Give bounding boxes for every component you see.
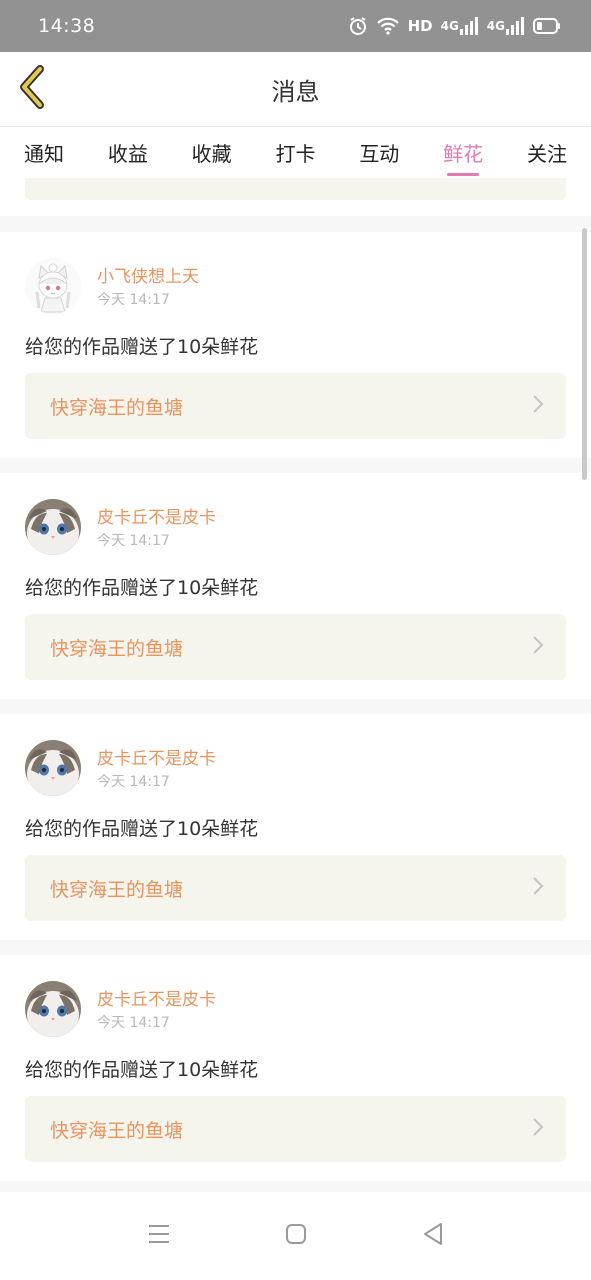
system-nav-bar — [0, 1192, 591, 1280]
message-time: 今天 14:17 — [97, 774, 170, 790]
user-name[interactable]: 皮卡丘不是皮卡 — [97, 503, 216, 528]
hd-icon: HD — [407, 17, 433, 35]
work-link[interactable]: 快穿海王的鱼塘 — [25, 614, 566, 680]
message-time: 今天 14:17 — [97, 292, 170, 308]
work-link[interactable]: 快穿海王的鱼塘 — [25, 373, 566, 439]
chevron-right-icon — [532, 876, 544, 900]
battery-icon — [533, 18, 561, 34]
back-button[interactable] — [12, 65, 52, 113]
cat-avatar[interactable] — [25, 981, 81, 1037]
alarm-icon — [348, 16, 368, 36]
tab-label: 互动 — [359, 142, 400, 166]
wifi-icon — [376, 16, 400, 36]
cat-avatar[interactable] — [25, 499, 81, 555]
menu-icon — [147, 1223, 171, 1249]
message-text: 给您的作品赠送了10朵鲜花 — [25, 1059, 259, 1081]
tab-label: 通知 — [24, 142, 64, 166]
tab-following[interactable]: 关注 — [527, 138, 567, 167]
message-text: 给您的作品赠送了10朵鲜花 — [25, 818, 259, 840]
signal-icon: 4G — [487, 17, 525, 35]
message-card: 皮卡丘不是皮卡 今天 14:17 给您的作品赠送了10朵鲜花 快穿海王的鱼塘 — [0, 473, 591, 699]
chevron-right-icon — [532, 1117, 544, 1141]
home-square-icon — [285, 1223, 307, 1249]
status-time: 14:38 — [38, 15, 96, 37]
message-time: 今天 14:17 — [97, 533, 170, 549]
message-list[interactable]: 小飞侠想上天 今天 14:17 给您的作品赠送了10朵鲜花 快穿海王的鱼塘 皮卡… — [0, 178, 591, 1192]
tab-notifications[interactable]: 通知 — [24, 138, 64, 167]
work-title: 快穿海王的鱼塘 — [50, 878, 184, 901]
home-button[interactable] — [272, 1212, 320, 1260]
work-link-partial[interactable] — [25, 178, 566, 200]
tab-label: 收益 — [107, 142, 148, 166]
tab-checkin[interactable]: 打卡 — [275, 138, 315, 167]
tab-label: 关注 — [526, 142, 567, 166]
signal-icon: 4G — [441, 17, 479, 35]
app-header: 消息 — [0, 52, 591, 126]
user-name[interactable]: 皮卡丘不是皮卡 — [97, 985, 216, 1010]
message-card: 皮卡丘不是皮卡 今天 14:17 给您的作品赠送了10朵鲜花 快穿海王的鱼塘 — [0, 714, 591, 940]
page-title: 消息 — [271, 77, 320, 106]
work-title: 快穿海王的鱼塘 — [50, 637, 184, 660]
message-card-partial — [0, 178, 591, 216]
network-type-label: 4G — [486, 19, 505, 33]
tab-interactions[interactable]: 互动 — [359, 138, 399, 167]
back-nav-button[interactable] — [409, 1212, 457, 1260]
tab-label: 打卡 — [275, 142, 316, 166]
status-bar: 14:38 HD 4G 4G — [0, 0, 591, 52]
work-link[interactable]: 快穿海王的鱼塘 — [25, 1096, 566, 1162]
chevron-right-icon — [532, 394, 544, 418]
message-card: 皮卡丘不是皮卡 今天 14:17 给您的作品赠送了10朵鲜花 快穿海王的鱼塘 — [0, 955, 591, 1181]
tab-earnings[interactable]: 收益 — [108, 138, 148, 167]
anime-girl-avatar[interactable] — [25, 258, 81, 314]
back-triangle-icon — [422, 1222, 444, 1250]
scrollbar[interactable] — [582, 228, 587, 480]
network-type-label: 4G — [440, 19, 459, 33]
tab-flowers[interactable]: 鲜花 — [443, 138, 484, 176]
work-title: 快穿海王的鱼塘 — [50, 396, 184, 419]
tab-label: 鲜花 — [443, 142, 484, 166]
message-text: 给您的作品赠送了10朵鲜花 — [25, 577, 259, 599]
user-name[interactable]: 小飞侠想上天 — [97, 262, 199, 287]
chevron-left-icon — [16, 65, 48, 113]
message-card: 小飞侠想上天 今天 14:17 给您的作品赠送了10朵鲜花 快穿海王的鱼塘 — [0, 232, 591, 458]
message-text: 给您的作品赠送了10朵鲜花 — [25, 336, 259, 358]
tab-bar: 通知 收益 收藏 打卡 互动 鲜花 关注 — [0, 126, 591, 178]
chevron-right-icon — [532, 635, 544, 659]
tab-label: 收藏 — [191, 142, 232, 166]
tab-favorites[interactable]: 收藏 — [192, 138, 232, 167]
active-tab-indicator — [447, 173, 480, 176]
menu-button[interactable] — [135, 1212, 183, 1260]
cat-avatar[interactable] — [25, 740, 81, 796]
message-time: 今天 14:17 — [97, 1015, 170, 1031]
status-icons: HD 4G 4G — [348, 16, 561, 36]
user-name[interactable]: 皮卡丘不是皮卡 — [97, 744, 216, 769]
work-title: 快穿海王的鱼塘 — [50, 1119, 184, 1142]
work-link[interactable]: 快穿海王的鱼塘 — [25, 855, 566, 921]
